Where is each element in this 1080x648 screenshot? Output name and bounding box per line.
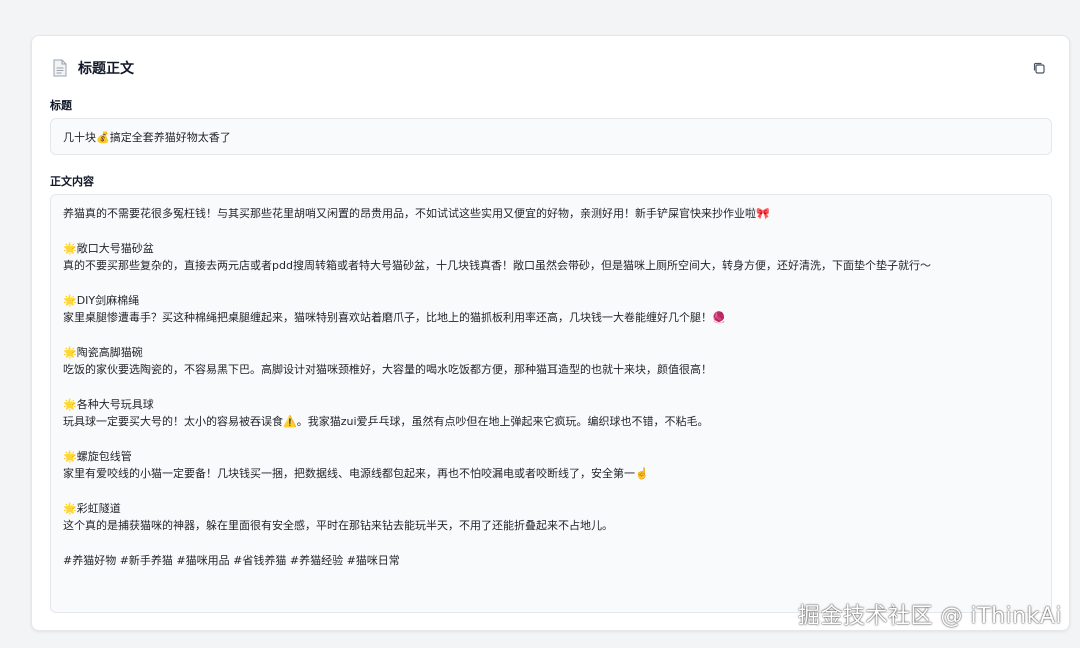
section-text: 真的不要买那些复杂的，直接去两元店或者pdd搜周转箱或者特大号猫砂盆，十几块钱真… — [63, 259, 931, 272]
body-label: 正文内容 — [50, 175, 94, 188]
section-heading: 🌟各种大号玩具球 — [63, 398, 154, 411]
card-header: 标题正文 — [52, 54, 1049, 82]
watermark: 掘金技术社区 @ iThinkAi — [798, 604, 1062, 629]
content-card: 标题正文 标题 几十块💰搞定全套养猫好物太香了 正文内容 养猫真的不需要花很多冤… — [31, 35, 1070, 631]
copy-button[interactable] — [1029, 58, 1049, 78]
body-field[interactable]: 养猫真的不需要花很多冤枉钱！与其买那些花里胡哨又闲置的昂贵用品，不如试试这些实用… — [50, 194, 1052, 613]
section-text: 吃饭的家伙要选陶瓷的，不容易黑下巴。高脚设计对猫咪颈椎好，大容量的喝水吃饭都方便… — [63, 363, 712, 376]
hashtags: #养猫好物 #新手养猫 #猫咪用品 #省钱养猫 #养猫经验 #猫咪日常 — [63, 554, 400, 567]
section-text: 家里桌腿惨遭毒手？买这种棉绳把桌腿缠起来，猫咪特别喜欢站着磨爪子，比地上的猫抓板… — [63, 311, 726, 324]
body-intro: 养猫真的不需要花很多冤枉钱！与其买那些花里胡哨又闲置的昂贵用品，不如试试这些实用… — [63, 207, 770, 220]
section-heading: 🌟DIY剑麻棉绳 — [63, 294, 140, 307]
section-heading: 🌟敞口大号猫砂盆 — [63, 242, 154, 255]
section-heading: 🌟彩虹隧道 — [63, 502, 121, 515]
section-text: 家里有爱咬线的小猫一定要备！几块钱买一捆，把数据线、电源线都包起来，再也不怕咬漏… — [63, 467, 649, 480]
document-icon — [52, 59, 68, 77]
section-heading: 🌟陶瓷高脚猫碗 — [63, 346, 143, 359]
card-title: 标题正文 — [78, 61, 134, 77]
title-field[interactable]: 几十块💰搞定全套养猫好物太香了 — [50, 118, 1052, 155]
section-text: 玩具球一定要买大号的！太小的容易被吞误食⚠️。我家猫zui爱乒乓球，虽然有点吵但… — [63, 415, 709, 428]
section-heading: 🌟螺旋包线管 — [63, 450, 132, 463]
section-text: 这个真的是捕获猫咪的神器，躲在里面很有安全感，平时在那钻来钻去能玩半天，不用了还… — [63, 519, 613, 532]
title-value: 几十块💰搞定全套养猫好物太香了 — [63, 130, 231, 144]
title-label: 标题 — [50, 99, 72, 112]
copy-icon — [1033, 62, 1045, 74]
